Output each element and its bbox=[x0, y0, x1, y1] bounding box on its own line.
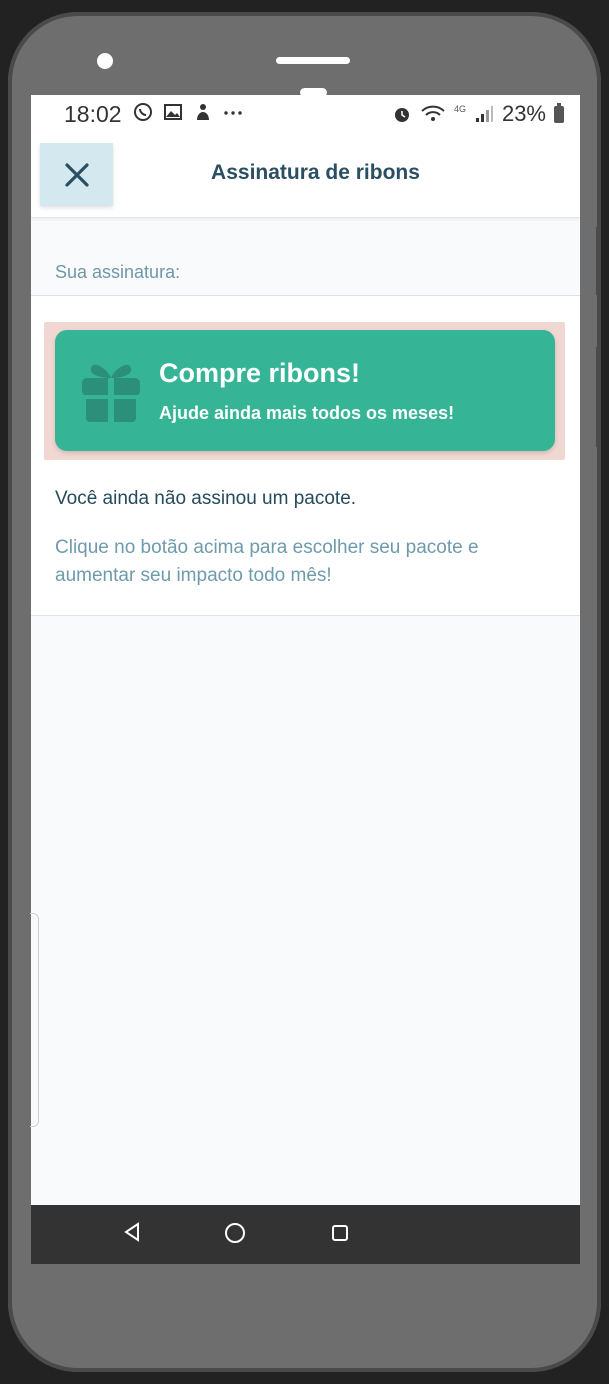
more-icon bbox=[224, 111, 242, 115]
earpiece-speaker bbox=[276, 57, 350, 64]
home-circle-icon[interactable] bbox=[224, 1222, 246, 1244]
whatsapp-icon bbox=[134, 103, 152, 121]
front-camera bbox=[97, 53, 113, 69]
section-label: Sua assinatura: bbox=[55, 262, 181, 282]
empty-state-description: Clique no botão acima para escolher seu … bbox=[55, 537, 479, 586]
status-bar: 18:02 4G 23% bbox=[31, 95, 580, 133]
wifi-icon bbox=[421, 105, 445, 121]
status-time: 18:02 bbox=[64, 101, 122, 127]
cta-subtitle: Ajude ainda mais todos os meses! bbox=[159, 403, 455, 423]
cta-title: Compre ribons! bbox=[159, 358, 361, 388]
power-button bbox=[596, 347, 601, 447]
system-nav-bar bbox=[31, 1205, 580, 1264]
gallery-icon bbox=[164, 104, 182, 120]
volume-button bbox=[596, 227, 601, 295]
notification-icons bbox=[133, 102, 243, 122]
network-type: 4G bbox=[453, 104, 466, 114]
empty-state-title: Você ainda não assinou um pacote. bbox=[55, 488, 357, 509]
person-icon bbox=[197, 104, 209, 120]
recents-square-icon[interactable] bbox=[331, 1224, 349, 1242]
signal-icon bbox=[475, 106, 493, 122]
back-triangle-icon[interactable] bbox=[123, 1222, 141, 1242]
buy-ribons-button[interactable]: Compre ribons! Ajude ainda mais todos os… bbox=[55, 330, 555, 451]
alarm-icon bbox=[394, 108, 409, 122]
gift-icon bbox=[82, 364, 140, 422]
system-icons: 4G 23% bbox=[392, 101, 564, 127]
battery-percent: 23% bbox=[501, 101, 546, 126]
battery-icon bbox=[554, 102, 564, 123]
side-edge-handle[interactable] bbox=[30, 913, 39, 1127]
header-bar: Assinatura de ribons bbox=[31, 133, 580, 218]
page-title: Assinatura de ribons bbox=[211, 161, 420, 184]
subscription-card: Compre ribons! Ajude ainda mais todos os… bbox=[31, 296, 580, 616]
app-screen: 18:02 4G 23% Assinatura de ribons Sua as… bbox=[31, 95, 580, 1264]
cta-highlight: Compre ribons! Ajude ainda mais todos os… bbox=[44, 322, 565, 460]
